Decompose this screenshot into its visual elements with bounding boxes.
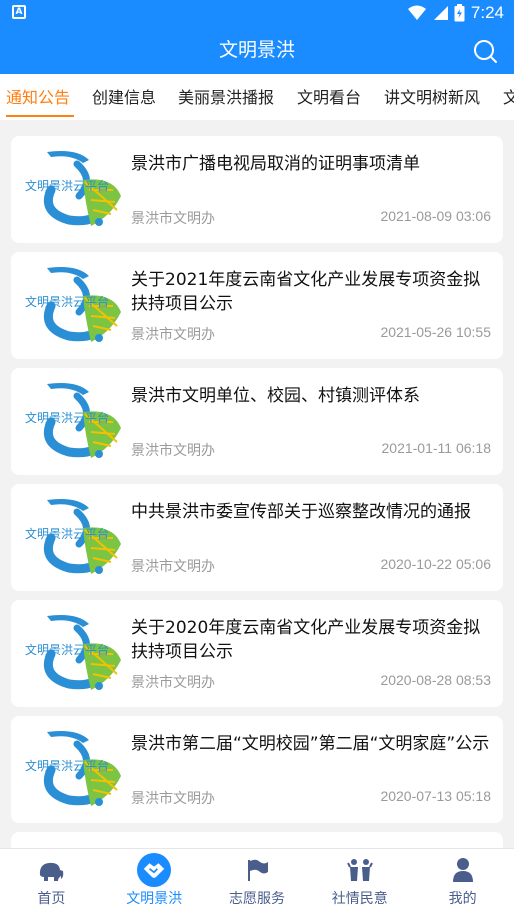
- tab-creation-info[interactable]: 创建信息: [92, 74, 156, 120]
- logo-text: 文明景洪云平台: [25, 758, 109, 773]
- nav-public-opinion[interactable]: 社情民意: [308, 849, 411, 912]
- list-item[interactable]: 文明景洪云平台 关于2020年度云南省文化产业发展专项资金拟扶持项目公示 景洪市…: [11, 600, 503, 707]
- article-date: 2021-01-11 06:18: [381, 440, 492, 456]
- nav-volunteer[interactable]: 志愿服务: [206, 849, 309, 912]
- article-source: 景洪市文明办: [131, 443, 215, 459]
- tab-label: 文明看台: [297, 88, 362, 107]
- flag-icon: [247, 859, 268, 881]
- people-icon: [346, 859, 373, 881]
- tab-label: 创建信息: [92, 88, 157, 107]
- notification-badge-icon: A: [12, 5, 26, 19]
- nav-profile[interactable]: 我的: [411, 849, 514, 912]
- article-source: 景洪市文明办: [131, 327, 215, 343]
- tab-label: 通知公告: [6, 88, 71, 107]
- logo-text: 文明景洪云平台: [25, 294, 109, 309]
- status-icons: 7:24: [407, 3, 504, 23]
- article-date: 2020-10-22 05:06: [380, 556, 491, 572]
- category-tabs: 通知公告 创建信息 美丽景洪播报 文明看台 讲文明树新风 文: [0, 74, 514, 120]
- list-item[interactable]: 文明景洪云平台 关于2021年度云南省文化产业发展专项资金拟扶持项目公示 景洪市…: [11, 252, 503, 359]
- bottom-navigation: 首页 文明景洪 志愿服务 社情民意 我的: [0, 848, 514, 912]
- list-item[interactable]: 文明景洪云平台 景洪市广播电视局取消的证明事项清单 景洪市文明办 2021-08…: [11, 136, 503, 243]
- signal-icon: [433, 6, 448, 20]
- tab-civilization-stage[interactable]: 文明看台: [297, 74, 361, 120]
- tab-active-indicator: [6, 115, 75, 117]
- article-title: 景洪市广播电视局取消的证明事项清单: [131, 154, 420, 174]
- status-bar: A 7:24: [0, 0, 514, 26]
- wifi-icon: [407, 5, 426, 20]
- logo-text: 文明景洪云平台: [25, 410, 109, 425]
- article-source: 景洪市文明办: [131, 791, 215, 807]
- elephant-icon: [40, 862, 64, 881]
- user-icon: [452, 858, 473, 882]
- article-title: 关于2020年度云南省文化产业发展专项资金拟扶持项目公示: [131, 618, 481, 662]
- nav-label: 首页: [37, 891, 66, 907]
- article-date: 2020-07-13 05:18: [380, 788, 491, 804]
- logo-text: 文明景洪云平台: [25, 526, 109, 541]
- list-item[interactable]: 文明景洪云平台 景洪市第二届“文明校园”第二届“文明家庭”公示 景洪市文明办 2…: [11, 716, 503, 823]
- platform-logo: 文明景洪云平台: [25, 498, 125, 578]
- platform-logo: 文明景洪云平台: [25, 266, 125, 346]
- tab-label: 讲文明树新风: [384, 88, 481, 107]
- nav-label: 社情民意: [331, 891, 388, 907]
- tab-civility-new-trend[interactable]: 讲文明树新风: [384, 74, 480, 120]
- nav-label: 我的: [448, 891, 477, 907]
- tab-beautiful-jinghong[interactable]: 美丽景洪播报: [178, 74, 274, 120]
- search-icon[interactable]: [472, 38, 498, 64]
- tab-label: 文: [503, 88, 514, 107]
- nav-label: 志愿服务: [228, 891, 285, 907]
- article-date: 2020-08-28 08:53: [380, 672, 491, 688]
- platform-logo: 文明景洪云平台: [25, 614, 125, 694]
- platform-logo: 文明景洪云平台: [25, 150, 125, 230]
- list-item-partial[interactable]: [11, 832, 503, 848]
- article-title: 关于2021年度云南省文化产业发展专项资金拟扶持项目公示: [131, 270, 481, 314]
- article-title: 景洪市文明单位、校园、村镇测评体系: [131, 386, 420, 406]
- tab-label: 美丽景洪播报: [178, 88, 275, 107]
- page-title: 文明景洪: [218, 39, 295, 61]
- platform-logo: 文明景洪云平台: [25, 382, 125, 462]
- app-bar: 文明景洪: [0, 26, 514, 74]
- nav-home[interactable]: 首页: [0, 849, 103, 912]
- article-list: 文明景洪云平台 景洪市广播电视局取消的证明事项清单 景洪市文明办 2021-08…: [0, 120, 514, 848]
- battery-icon: [454, 4, 465, 22]
- logo-text: 文明景洪云平台: [25, 178, 109, 193]
- tab-notices[interactable]: 通知公告: [6, 74, 75, 120]
- list-item[interactable]: 文明景洪云平台 中共景洪市委宣传部关于巡察整改情况的通报 景洪市文明办 2020…: [11, 484, 503, 591]
- article-source: 景洪市文明办: [131, 675, 215, 691]
- platform-logo: 文明景洪云平台: [25, 730, 125, 810]
- article-title: 中共景洪市委宣传部关于巡察整改情况的通报: [131, 502, 471, 522]
- nav-label: 文明景洪: [126, 891, 183, 907]
- nav-civilization[interactable]: 文明景洪: [103, 849, 206, 912]
- article-date: 2021-05-26 10:55: [380, 324, 491, 340]
- article-date: 2021-08-09 03:06: [380, 208, 491, 224]
- handshake-icon: [137, 853, 172, 887]
- list-item[interactable]: 文明景洪云平台 景洪市文明单位、校园、村镇测评体系 景洪市文明办 2021-01…: [11, 368, 503, 475]
- article-source: 景洪市文明办: [131, 211, 215, 227]
- tab-overflow[interactable]: 文: [503, 74, 514, 120]
- clock: 7:24: [470, 3, 504, 22]
- logo-text: 文明景洪云平台: [25, 642, 109, 657]
- article-source: 景洪市文明办: [131, 559, 215, 575]
- article-title: 景洪市第二届“文明校园”第二届“文明家庭”公示: [131, 734, 490, 754]
